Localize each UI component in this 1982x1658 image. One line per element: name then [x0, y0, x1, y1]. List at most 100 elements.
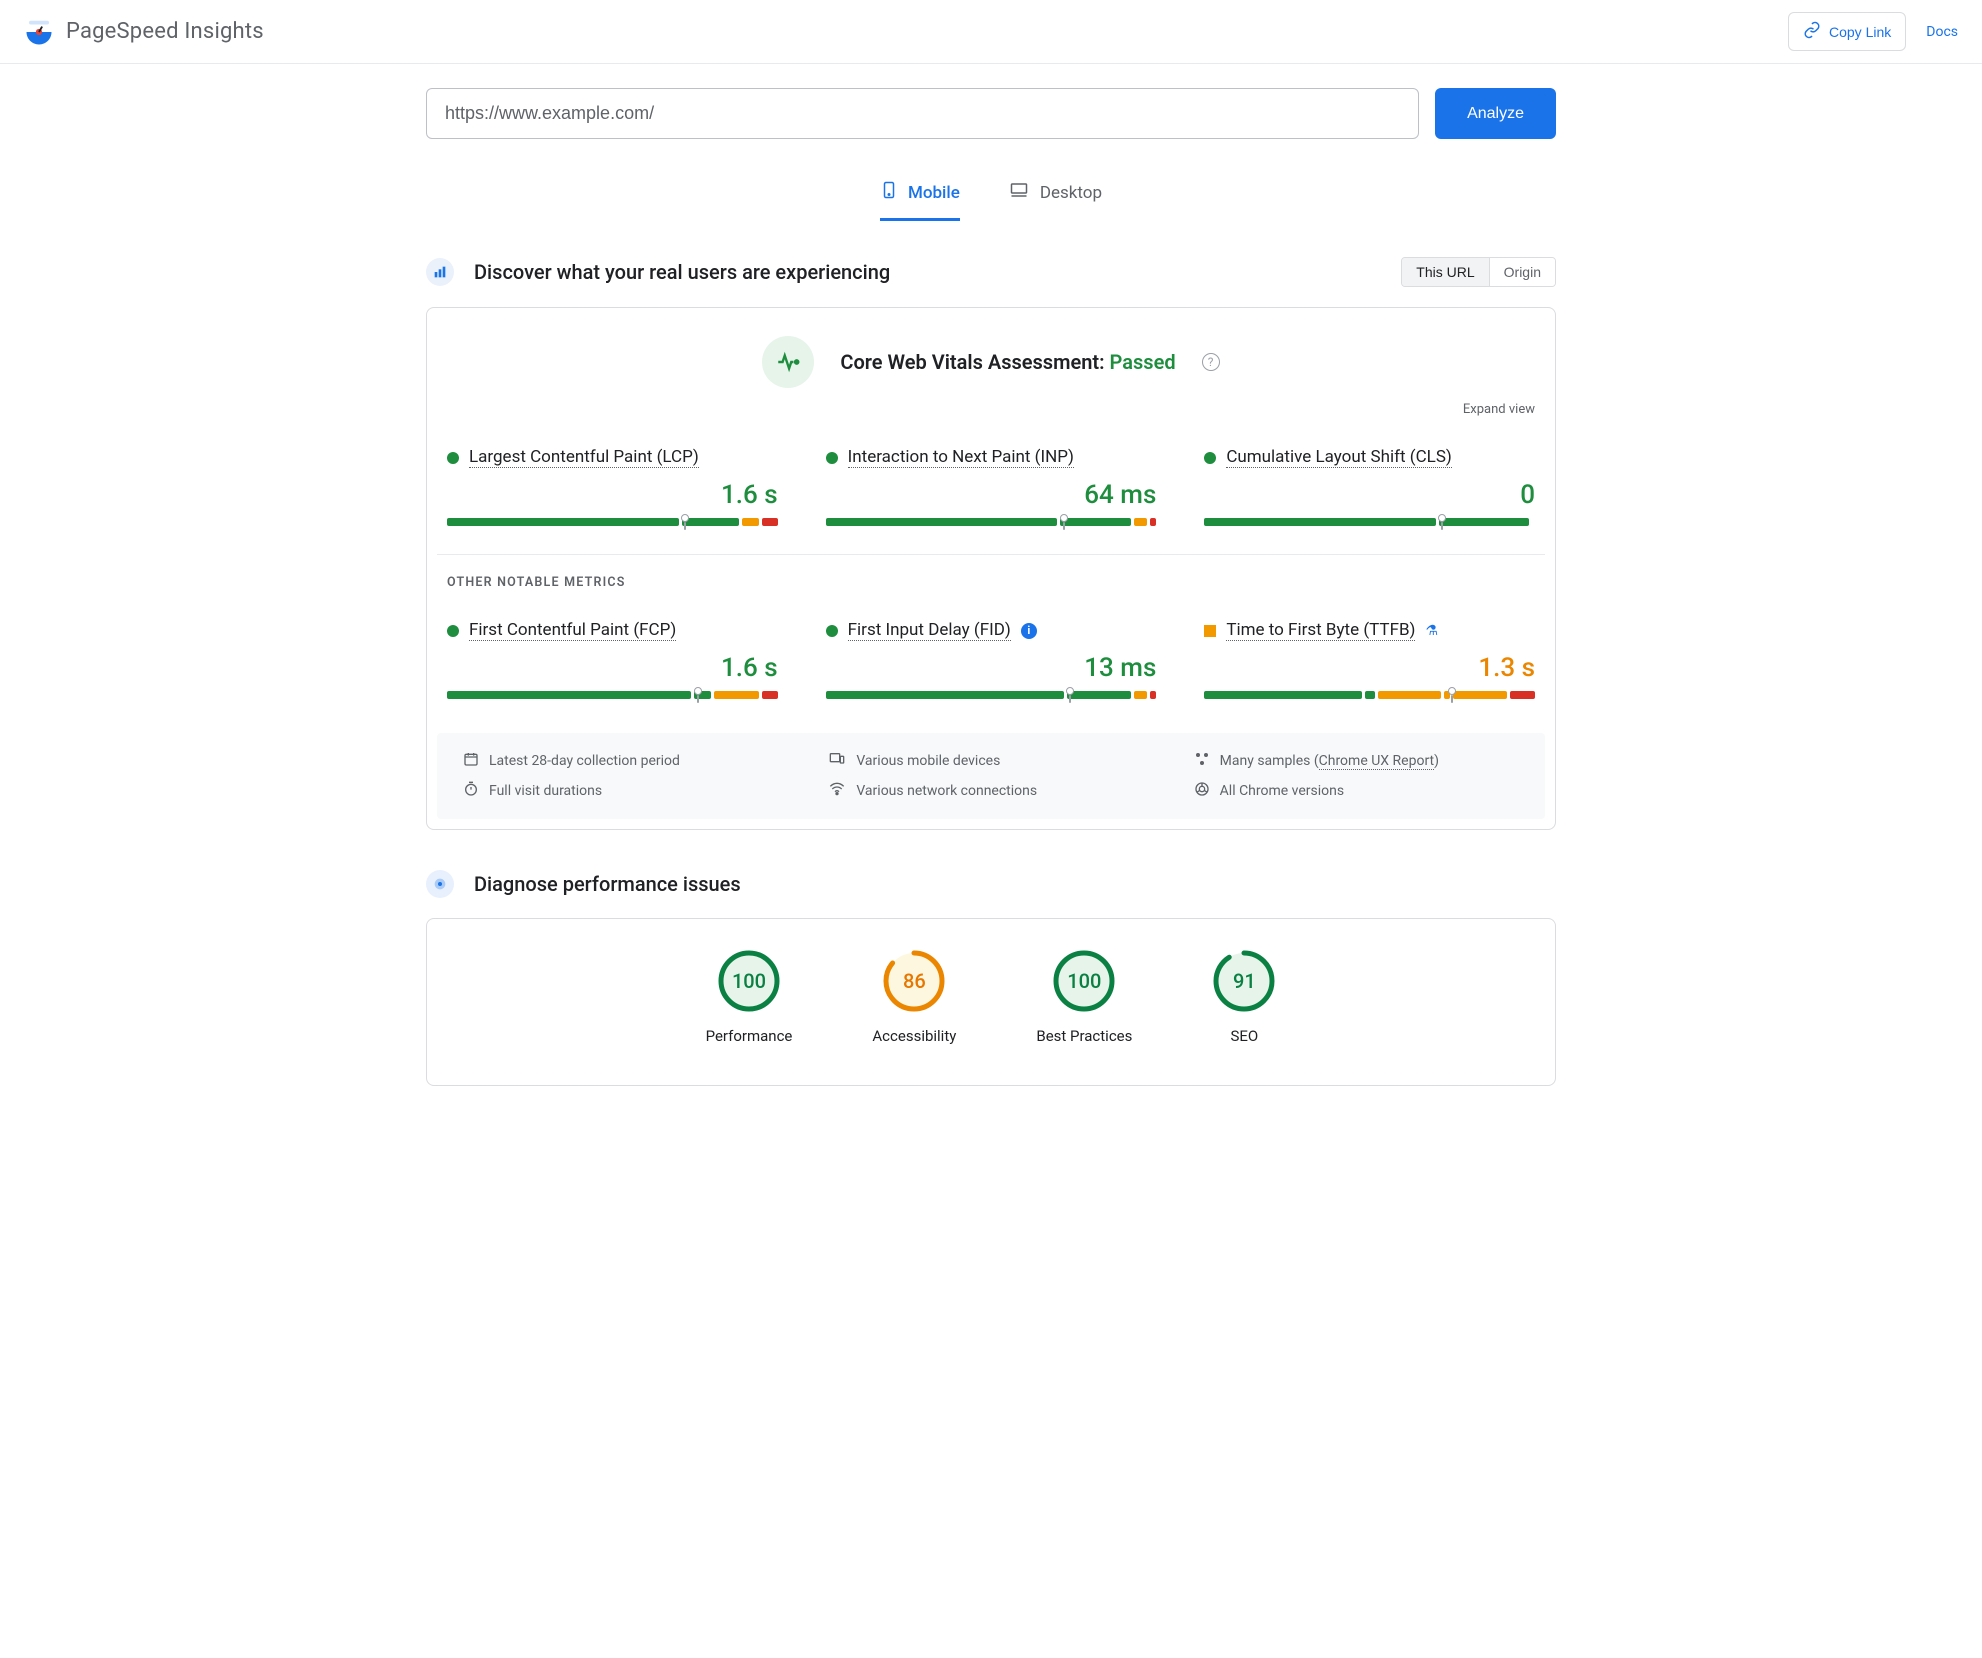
- metric-tile: Interaction to Next Paint (INP) 64 ms: [826, 447, 1157, 526]
- link-icon: [1803, 21, 1821, 42]
- metric-name-link[interactable]: First Contentful Paint (FCP): [469, 620, 676, 641]
- gauge-label: Accessibility: [872, 1027, 956, 1045]
- metric-tile: Cumulative Layout Shift (CLS) 0: [1204, 447, 1535, 526]
- metric-tile: First Input Delay (FID) i 13 ms: [826, 620, 1157, 699]
- toggle-origin[interactable]: Origin: [1490, 258, 1555, 286]
- metric-tile: First Contentful Paint (FCP) 1.6 s: [447, 620, 778, 699]
- brand-title: PageSpeed Insights: [66, 19, 264, 44]
- gauge-best-practices[interactable]: 100Best Practices: [1036, 949, 1132, 1045]
- status-square-icon: [1204, 625, 1216, 637]
- primary-metrics-grid: Largest Contentful Paint (LCP)1.6 s Inter…: [447, 447, 1535, 526]
- gauge-value: 100: [1052, 949, 1116, 1013]
- gauges-row: 100 Performance 86 Accessibility 100Best Pra…: [706, 949, 1277, 1045]
- desktop-icon: [1008, 181, 1030, 204]
- samples-icon: [1194, 751, 1210, 771]
- footer-text: Various mobile devices: [856, 753, 1000, 769]
- footer-text: Latest 28-day collection period: [489, 753, 680, 769]
- metric-name-link[interactable]: Time to First Byte (TTFB): [1226, 620, 1415, 641]
- gauge-accessibility[interactable]: 86 Accessibility: [872, 949, 956, 1045]
- tab-mobile-label: Mobile: [908, 183, 960, 203]
- diagnose-card: 100 Performance 86 Accessibility 100Best Pra…: [426, 918, 1556, 1086]
- discover-icon: [426, 258, 454, 286]
- crux-link[interactable]: Chrome UX Report: [1319, 753, 1434, 770]
- footer-collection-period: Latest 28-day collection period: [463, 751, 788, 771]
- help-icon[interactable]: ?: [1202, 353, 1220, 371]
- metric-name-link[interactable]: Interaction to Next Paint (INP): [848, 447, 1074, 468]
- metric-name-link[interactable]: Largest Contentful Paint (LCP): [469, 447, 699, 468]
- status-dot-icon: [826, 452, 838, 464]
- distribution-bar: [1204, 518, 1535, 526]
- brand-logo-icon: [24, 17, 54, 47]
- assessment-status: Passed: [1110, 350, 1176, 374]
- diagnose-icon: [426, 870, 454, 898]
- topbar: PageSpeed Insights Copy Link Docs: [0, 0, 1982, 64]
- flask-icon[interactable]: ⚗: [1425, 623, 1438, 639]
- distribution-bar: [1204, 691, 1535, 699]
- metric-value: 1.6 s: [447, 653, 778, 683]
- gauge-value: 86: [882, 949, 946, 1013]
- url-origin-toggle: This URL Origin: [1401, 257, 1556, 287]
- section-diagnose-head: Diagnose performance issues: [426, 870, 1556, 898]
- section-discover-title: Discover what your real users are experi…: [474, 260, 890, 284]
- devices-icon: [828, 751, 846, 771]
- toggle-this-url[interactable]: This URL: [1402, 258, 1489, 286]
- topbar-right: Copy Link Docs: [1788, 12, 1958, 51]
- expand-view-link[interactable]: Expand view: [447, 402, 1535, 417]
- gauge-value: 100: [717, 949, 781, 1013]
- assessment-row: Core Web Vitals Assessment: Passed ?: [447, 336, 1535, 388]
- footer-network: Various network connections: [828, 781, 1153, 801]
- metric-value: 0: [1204, 480, 1535, 510]
- divider: [437, 554, 1545, 555]
- footer-text: All Chrome versions: [1220, 783, 1344, 799]
- device-tabs: Mobile Desktop: [426, 179, 1556, 221]
- footer-samples: Many samples (Chrome UX Report): [1194, 751, 1519, 771]
- gauge-label: Performance: [706, 1027, 793, 1045]
- other-metrics-label: OTHER NOTABLE METRICS: [447, 575, 1535, 590]
- brand: PageSpeed Insights: [24, 17, 264, 47]
- chrome-icon: [1194, 781, 1210, 801]
- gauge-ring-icon: 91: [1212, 949, 1276, 1013]
- gauge-ring-icon: 100: [1052, 949, 1116, 1013]
- footer-devices: Various mobile devices: [828, 751, 1153, 771]
- status-dot-icon: [1204, 452, 1216, 464]
- status-dot-icon: [447, 625, 459, 637]
- url-row: Analyze: [426, 88, 1556, 139]
- mobile-icon: [880, 179, 898, 206]
- stopwatch-icon: [463, 781, 479, 801]
- info-icon[interactable]: i: [1021, 623, 1037, 639]
- section-diagnose-title: Diagnose performance issues: [474, 872, 741, 896]
- analyze-button[interactable]: Analyze: [1435, 88, 1556, 139]
- metric-name-link[interactable]: First Input Delay (FID): [848, 620, 1011, 641]
- gauge-performance[interactable]: 100 Performance: [706, 949, 793, 1045]
- footer-text: Full visit durations: [489, 783, 602, 799]
- docs-link[interactable]: Docs: [1926, 24, 1958, 40]
- distribution-bar: [826, 518, 1157, 526]
- gauge-label: SEO: [1231, 1027, 1259, 1045]
- gauge-seo[interactable]: 91 SEO: [1212, 949, 1276, 1045]
- metric-value: 13 ms: [826, 653, 1157, 683]
- calendar-icon: [463, 751, 479, 771]
- metric-tile: Time to First Byte (TTFB) ⚗ 1.3 s: [1204, 620, 1535, 699]
- footer-info: Latest 28-day collection period Various …: [437, 733, 1545, 819]
- copy-link-button[interactable]: Copy Link: [1788, 12, 1906, 51]
- copy-link-label: Copy Link: [1829, 24, 1891, 40]
- footer-durations: Full visit durations: [463, 781, 788, 801]
- status-dot-icon: [447, 452, 459, 464]
- status-dot-icon: [826, 625, 838, 637]
- gauge-ring-icon: 86: [882, 949, 946, 1013]
- metric-value: 64 ms: [826, 480, 1157, 510]
- footer-chrome: All Chrome versions: [1194, 781, 1519, 801]
- metric-value: 1.3 s: [1204, 653, 1535, 683]
- pulse-icon: [762, 336, 814, 388]
- gauge-ring-icon: 100: [717, 949, 781, 1013]
- url-input[interactable]: [426, 88, 1419, 139]
- footer-text: Various network connections: [856, 783, 1037, 799]
- wifi-icon: [828, 781, 846, 801]
- assessment-label: Core Web Vitals Assessment:: [840, 350, 1109, 374]
- main-container: Analyze Mobile Desktop Disco: [426, 64, 1556, 1126]
- distribution-bar: [826, 691, 1157, 699]
- tab-mobile[interactable]: Mobile: [880, 179, 960, 221]
- metric-tile: Largest Contentful Paint (LCP)1.6 s: [447, 447, 778, 526]
- tab-desktop[interactable]: Desktop: [1008, 179, 1102, 221]
- metric-name-link[interactable]: Cumulative Layout Shift (CLS): [1226, 447, 1452, 468]
